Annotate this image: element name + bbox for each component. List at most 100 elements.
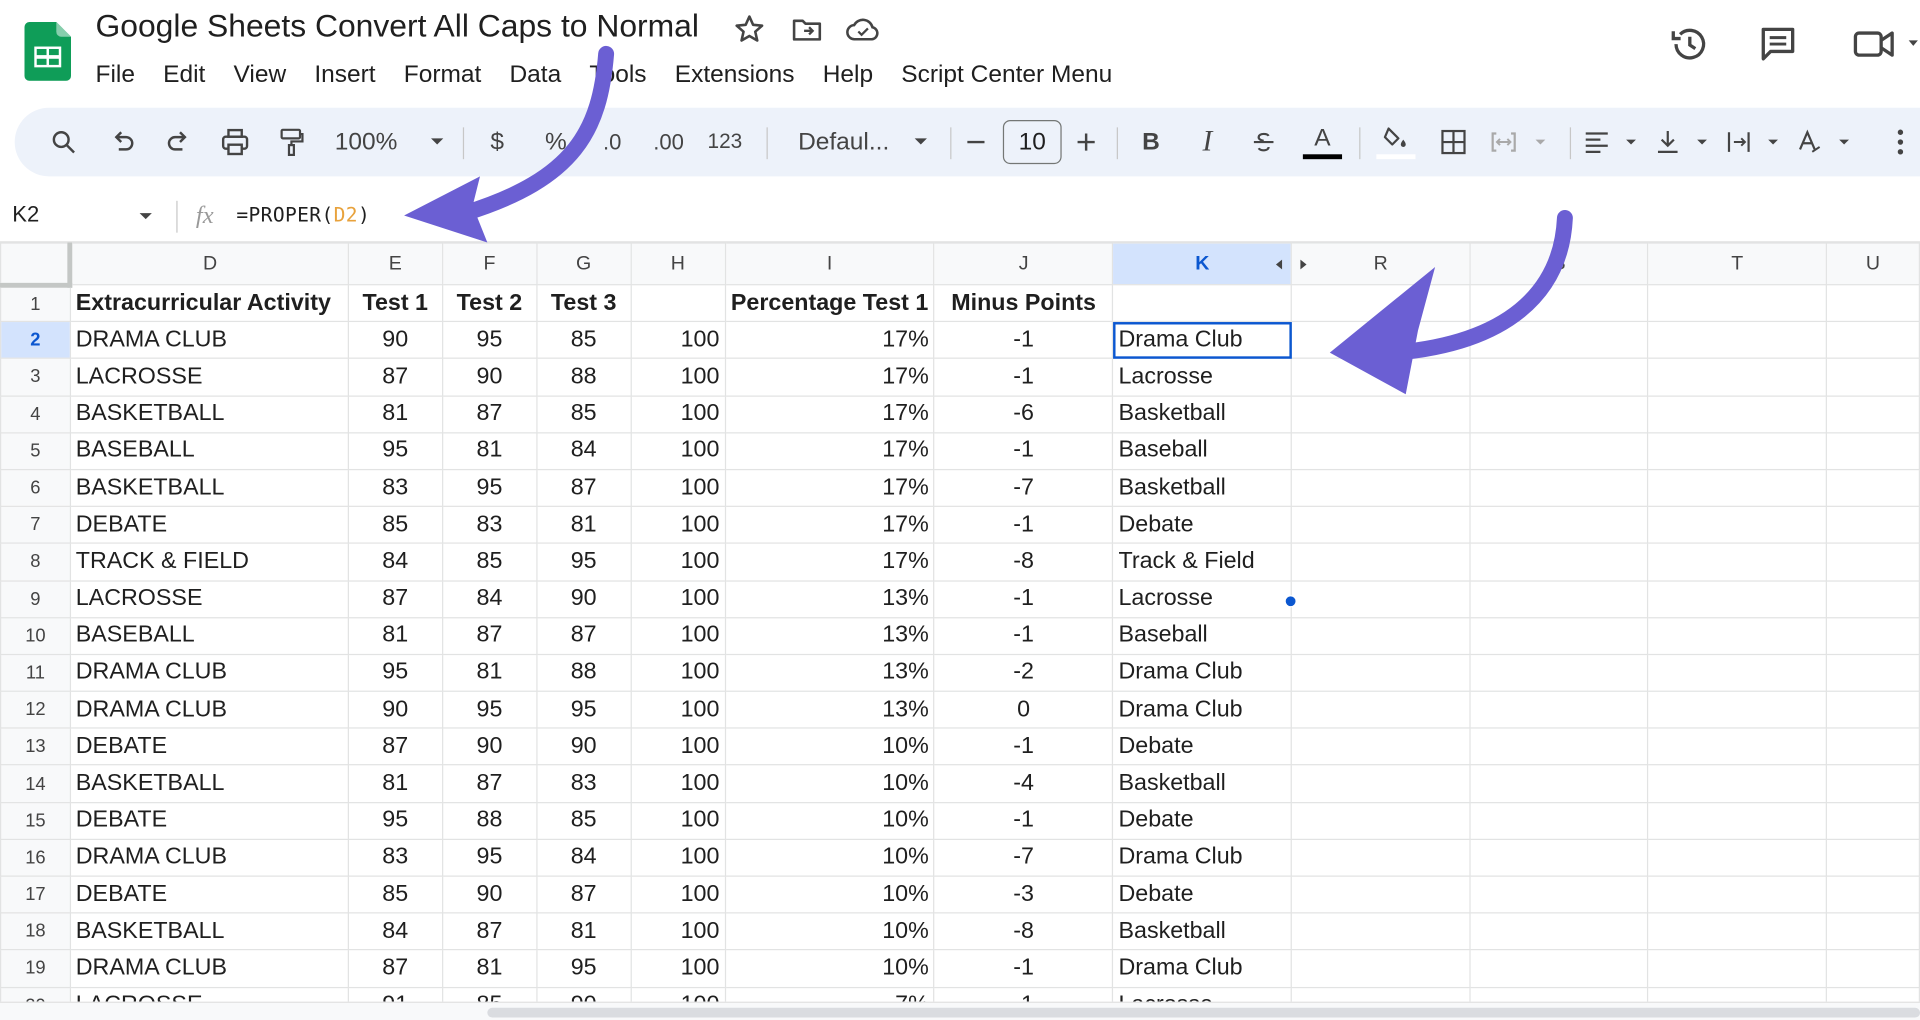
cell[interactable] [1469,579,1649,618]
row-header[interactable]: 16 [0,838,71,877]
cell[interactable]: 13% [724,579,935,618]
cell[interactable] [1291,690,1471,729]
undo-icon[interactable] [103,108,142,177]
cell[interactable]: 10% [724,764,935,803]
cell[interactable]: 100 [630,764,726,803]
cell[interactable]: 7% [724,986,935,1002]
redo-icon[interactable] [159,108,198,177]
cell[interactable]: 90 [441,358,538,397]
cell[interactable]: -1 [933,986,1114,1002]
cell[interactable] [1647,542,1828,582]
cell[interactable]: Lacrosse [1112,579,1293,618]
cell[interactable]: 85 [441,986,538,1002]
cell[interactable]: 100 [630,505,726,545]
italic-button[interactable]: I [1188,108,1227,177]
sheets-logo-icon[interactable] [24,22,72,81]
column-header-i[interactable]: I [724,242,935,286]
cell[interactable] [1291,321,1471,360]
cell[interactable]: 84 [347,912,443,951]
row-header[interactable]: 4 [0,394,71,434]
cell[interactable] [1647,358,1828,397]
cell[interactable] [1825,912,1920,951]
cell[interactable]: Basketball [1112,912,1293,951]
more-options-icon[interactable] [1888,108,1912,177]
cell[interactable]: 81 [347,616,443,655]
cell[interactable]: 95 [347,431,443,471]
cell[interactable] [1647,321,1828,360]
paint-format-icon[interactable] [272,108,311,177]
menu-format[interactable]: Format [404,61,482,89]
cell[interactable]: 10% [724,875,935,914]
cell[interactable] [1647,764,1828,803]
cell[interactable]: 87 [535,468,632,508]
cell[interactable] [1825,321,1920,360]
column-header-g[interactable]: G [535,242,632,286]
cell[interactable]: 100 [630,468,726,508]
cell[interactable]: TRACK & FIELD [69,542,349,582]
cell[interactable]: 87 [347,579,443,618]
cell[interactable] [1469,653,1649,692]
merge-cells-icon[interactable] [1489,108,1555,177]
format-currency-button[interactable]: $ [480,108,514,177]
cell[interactable]: 88 [535,653,632,692]
cell[interactable] [1825,284,1920,323]
cell[interactable]: 81 [535,505,632,545]
strikethrough-icon[interactable] [1244,108,1283,177]
font-size-input[interactable]: 10 [1002,120,1062,165]
cell[interactable]: 100 [630,949,726,988]
cell[interactable] [1469,431,1649,471]
cell[interactable] [1469,321,1649,360]
column-header-k[interactable]: K [1112,242,1293,286]
cell[interactable] [1469,727,1649,766]
spreadsheet-grid[interactable]: D E F G H I J K R S T U 1 Extracurricula… [0,242,1920,1002]
row-header[interactable]: 20 [0,986,71,1002]
cell[interactable]: DEBATE [69,505,349,545]
cell[interactable] [1825,431,1920,471]
cell[interactable] [1469,764,1649,803]
cell[interactable] [1647,468,1828,508]
cell[interactable]: 95 [347,801,443,840]
cell[interactable] [1291,284,1471,323]
cell[interactable]: Debate [1112,801,1293,840]
row-header[interactable]: 10 [0,616,71,655]
cell[interactable]: 100 [630,653,726,692]
row-header[interactable]: 7 [0,505,71,545]
cell[interactable]: BASKETBALL [69,394,349,434]
selection-fill-handle[interactable] [1284,595,1297,608]
cell[interactable] [1469,838,1649,877]
cell[interactable] [1647,986,1828,1002]
column-header-j[interactable]: J [933,242,1114,286]
zoom-select[interactable]: 100% [331,108,449,177]
cell[interactable]: 85 [535,394,632,434]
cell[interactable]: 87 [535,875,632,914]
column-header-r[interactable]: R [1291,242,1471,286]
meet-video-icon[interactable] [1851,22,1920,66]
cell[interactable]: 100 [630,690,726,729]
cell[interactable] [1647,801,1828,840]
cell[interactable]: 84 [347,542,443,582]
cell[interactable]: 90 [441,727,538,766]
decrease-decimal-button[interactable]: .0 [588,108,637,177]
cell[interactable] [1291,764,1471,803]
cell[interactable]: 81 [441,653,538,692]
borders-icon[interactable] [1433,108,1475,177]
cell[interactable] [1291,875,1471,914]
column-header-e[interactable]: E [347,242,443,286]
scrollbar-thumb[interactable] [487,1007,1920,1018]
cell[interactable]: -1 [933,727,1114,766]
cell[interactable] [1291,653,1471,692]
cell[interactable]: 81 [347,764,443,803]
cell[interactable]: 17% [724,431,935,471]
search-menus-icon[interactable] [44,108,83,177]
cell[interactable]: -1 [933,431,1114,471]
cell[interactable]: DEBATE [69,801,349,840]
cell[interactable]: 91 [347,986,443,1002]
cell[interactable]: Extracurricular Activity [69,284,349,323]
cell[interactable] [1825,764,1920,803]
name-box-chevron-down-icon[interactable] [138,212,153,222]
cell[interactable]: -2 [933,653,1114,692]
cell[interactable]: 90 [535,986,632,1002]
cell[interactable] [1291,949,1471,988]
vertical-align-icon[interactable] [1653,108,1722,177]
cell[interactable]: 87 [347,727,443,766]
